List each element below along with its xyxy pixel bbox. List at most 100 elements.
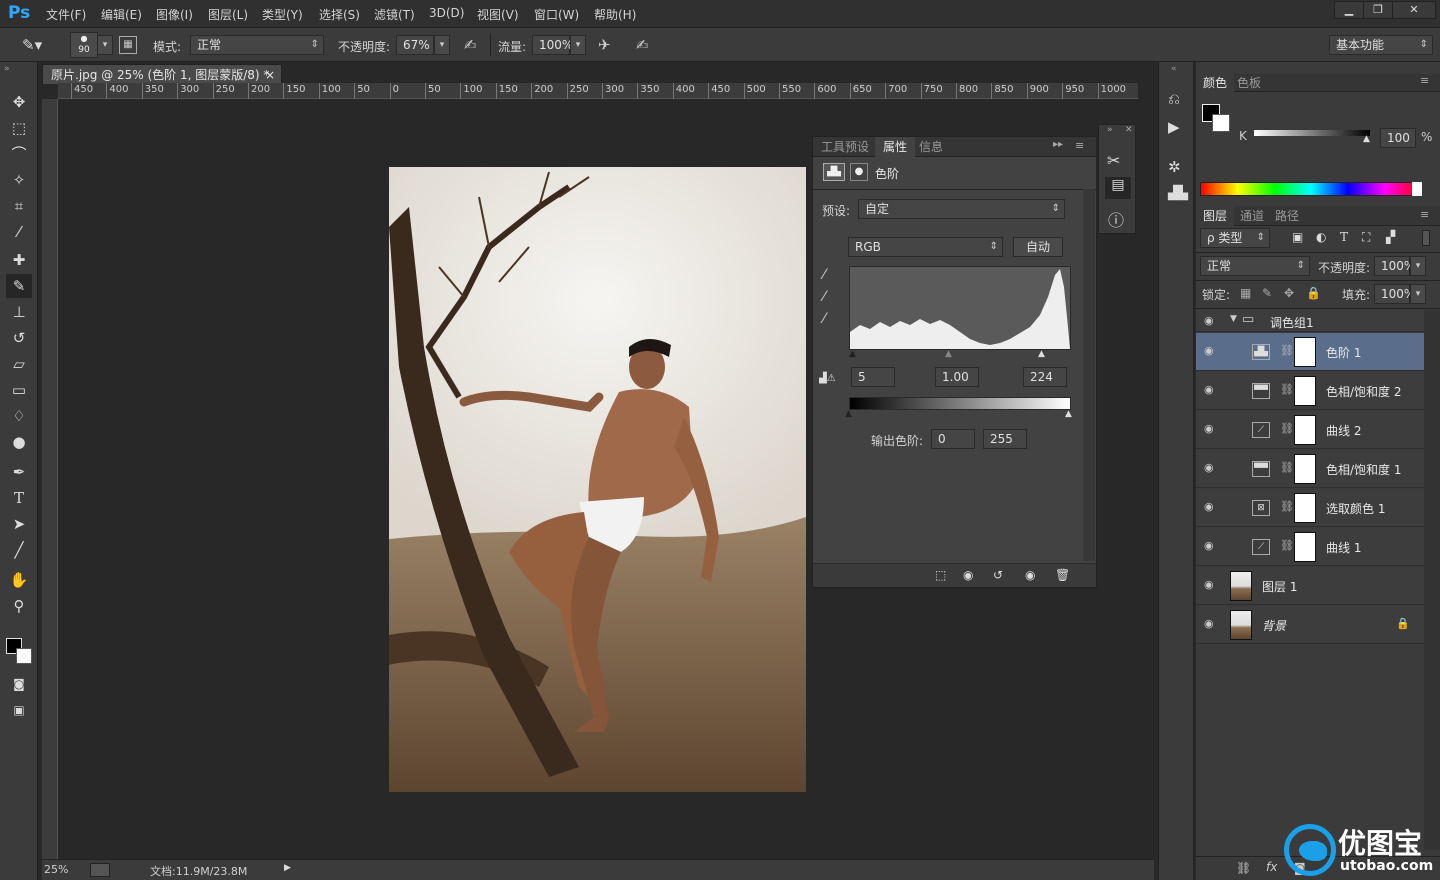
- gradient-tool-icon[interactable]: ▭: [6, 378, 32, 402]
- clone-stamp-tool-icon[interactable]: ⊥: [6, 300, 32, 324]
- layer-row[interactable]: ◉ ▟▙ ⛓ 色阶 1: [1196, 333, 1424, 371]
- history-brush-tool-icon[interactable]: ↺: [6, 326, 32, 350]
- filter-pixel-icon[interactable]: ▣: [1292, 230, 1303, 244]
- actions-icon[interactable]: ▶: [1168, 118, 1180, 136]
- layer-opacity-arrow[interactable]: ▾: [1410, 256, 1426, 276]
- k-value-field[interactable]: 100: [1380, 128, 1416, 148]
- menu-item[interactable]: 选择(S): [319, 6, 360, 23]
- input-gamma-field[interactable]: 1.00: [935, 367, 979, 387]
- marquee-tool-icon[interactable]: ⬚: [6, 116, 32, 140]
- screen-mode-icon[interactable]: ▣: [6, 698, 32, 722]
- close-document-icon[interactable]: ×: [265, 65, 275, 85]
- channel-select[interactable]: RGB: [848, 237, 1003, 257]
- input-black-slider-handle[interactable]: ▲: [849, 349, 856, 359]
- visibility-eye-icon[interactable]: ◉: [1204, 422, 1218, 436]
- opacity-input[interactable]: 67%: [396, 35, 434, 55]
- visibility-eye-icon[interactable]: ◉: [1204, 383, 1218, 397]
- color-spectrum-ramp[interactable]: [1200, 182, 1422, 196]
- layers-scrollbar[interactable]: [1424, 310, 1440, 850]
- tab-color[interactable]: 颜色: [1196, 74, 1235, 92]
- menu-item[interactable]: 帮助(H): [594, 6, 636, 23]
- move-tool-icon[interactable]: ✥: [6, 90, 32, 114]
- layer-mask-thumbnail[interactable]: [1294, 415, 1316, 445]
- preset-select[interactable]: 自定: [858, 199, 1065, 219]
- airbrush-icon[interactable]: ✈: [598, 36, 611, 54]
- layer-mask-thumbnail[interactable]: [1294, 337, 1316, 367]
- lock-all-icon[interactable]: 🔒: [1306, 286, 1321, 300]
- view-previous-state-icon[interactable]: ◉: [963, 568, 973, 582]
- menu-item[interactable]: 滤镜(T): [374, 6, 415, 23]
- input-white-slider-handle[interactable]: ▲: [1038, 349, 1045, 359]
- close-window-button[interactable]: ✕: [1392, 1, 1436, 19]
- lock-transparent-icon[interactable]: ▦: [1240, 286, 1251, 300]
- filter-smart-object-icon[interactable]: ▞: [1386, 230, 1395, 244]
- fill-field[interactable]: 100%: [1374, 284, 1415, 304]
- mask-link-icon[interactable]: ⛓: [1280, 383, 1294, 396]
- mini-panel-close-icon[interactable]: ✕: [1125, 125, 1133, 135]
- filter-adjustment-icon[interactable]: ◐: [1316, 230, 1326, 244]
- color-panel-menu-icon[interactable]: ≡: [1420, 74, 1429, 87]
- status-menu-arrow-icon[interactable]: ▶: [284, 863, 291, 873]
- mask-link-icon[interactable]: ⛓: [1280, 422, 1294, 435]
- input-black-field[interactable]: 5: [851, 367, 895, 387]
- dock-collapse-icon[interactable]: «: [1171, 64, 1177, 74]
- blend-mode-select[interactable]: 正常: [1200, 256, 1310, 276]
- fill-arrow[interactable]: ▾: [1410, 284, 1426, 304]
- minimize-button[interactable]: ▁: [1334, 1, 1364, 19]
- layer-row[interactable]: ◉ 背景 🔒: [1196, 606, 1424, 644]
- brush-tool-icon[interactable]: ✎: [6, 274, 32, 298]
- menu-item[interactable]: 图像(I): [156, 6, 193, 23]
- menu-item[interactable]: 图层(L): [208, 6, 248, 23]
- visibility-eye-icon[interactable]: ◉: [1204, 578, 1218, 592]
- crop-tool-icon[interactable]: ⌗: [6, 194, 32, 218]
- output-black-slider-handle[interactable]: ▲: [845, 409, 852, 419]
- quick-mask-icon[interactable]: ◙: [6, 672, 32, 696]
- magic-wand-tool-icon[interactable]: ✧: [6, 168, 32, 192]
- properties-scrollbar[interactable]: [1083, 189, 1095, 561]
- pressure-size-icon[interactable]: ✍: [636, 36, 649, 54]
- input-white-field[interactable]: 224: [1023, 367, 1067, 387]
- input-gamma-slider-handle[interactable]: ▲: [945, 349, 952, 359]
- layer-group-row[interactable]: ◉ ▼ ▭ 调色组1: [1196, 310, 1424, 332]
- tab-swatches[interactable]: 色板: [1230, 74, 1268, 92]
- status-options-icon[interactable]: [90, 863, 110, 877]
- dodge-tool-icon[interactable]: ●: [6, 430, 32, 454]
- delete-adjustment-icon[interactable]: 🗑: [1055, 568, 1070, 582]
- link-layers-icon[interactable]: ⛓: [1236, 861, 1251, 875]
- mask-link-icon[interactable]: ⛓: [1280, 539, 1294, 552]
- mask-link-icon[interactable]: ⛓: [1280, 461, 1294, 474]
- collapse-toolbox-icon[interactable]: »: [4, 64, 10, 74]
- layer-row[interactable]: ◉ ⟋ ⛓ 曲线 1: [1196, 528, 1424, 566]
- document-image[interactable]: [389, 167, 806, 792]
- lock-image-icon[interactable]: ✎: [1262, 286, 1272, 300]
- eraser-tool-icon[interactable]: ▱: [6, 352, 32, 376]
- brush-presets-icon[interactable]: ✲: [1168, 158, 1181, 176]
- visibility-eye-icon[interactable]: ◉: [1204, 461, 1218, 475]
- tab-tool-presets[interactable]: 工具预设: [813, 137, 877, 157]
- mask-link-icon[interactable]: ⛓: [1280, 500, 1294, 513]
- layer-row[interactable]: ◉ 图层 1: [1196, 567, 1424, 605]
- hand-tool-icon[interactable]: ✋: [6, 568, 32, 592]
- layer-row[interactable]: ◉ ⊠ ⛓ 选取颜色 1: [1196, 489, 1424, 527]
- k-slider-handle[interactable]: ▲: [1363, 134, 1370, 144]
- levels-adjustment-icon[interactable]: ▟▙: [823, 163, 845, 181]
- menu-item[interactable]: 编辑(E): [101, 6, 142, 23]
- k-slider-track[interactable]: [1254, 130, 1370, 136]
- lasso-tool-icon[interactable]: ⌒: [6, 142, 32, 166]
- toggle-visibility-icon[interactable]: ◉: [1025, 568, 1035, 582]
- auto-button[interactable]: 自动: [1013, 237, 1063, 257]
- tab-layers[interactable]: 图层: [1196, 206, 1235, 226]
- type-tool-icon[interactable]: T: [6, 486, 32, 510]
- output-black-field[interactable]: 0: [931, 429, 975, 449]
- layer-thumbnail[interactable]: [1230, 571, 1252, 601]
- menu-item[interactable]: 窗口(W): [534, 6, 579, 23]
- layer-mask-thumbnail[interactable]: [1294, 532, 1316, 562]
- background-color-swatch[interactable]: [16, 648, 32, 664]
- layer-row[interactable]: ◉ ▀▀ ⛓ 色相/饱和度 1: [1196, 450, 1424, 488]
- layer-opacity-field[interactable]: 100%: [1374, 256, 1415, 276]
- info-icon[interactable]: ⓘ: [1108, 207, 1124, 231]
- gray-point-eyedropper-icon[interactable]: ⁄: [823, 289, 825, 305]
- filter-toggle[interactable]: [1422, 230, 1430, 246]
- spectrum-white-swatch[interactable]: [1412, 182, 1422, 196]
- zoom-tool-icon[interactable]: ⚲: [6, 594, 32, 618]
